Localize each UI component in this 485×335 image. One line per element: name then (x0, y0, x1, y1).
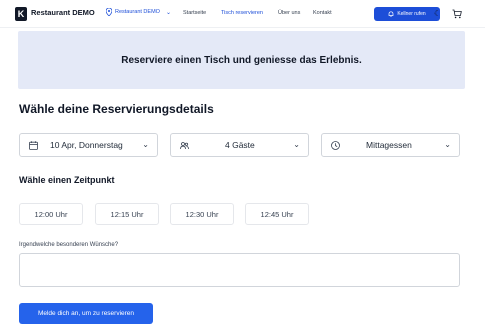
nav-contact[interactable]: Kontakt (313, 10, 332, 16)
location-label: Restaurant DEMO (115, 9, 160, 15)
wishes-textarea[interactable] (19, 253, 460, 287)
nav-home[interactable]: Startseite (183, 10, 206, 16)
call-waiter-button[interactable]: Kellner rufen (374, 7, 440, 21)
bell-icon (388, 11, 394, 17)
chevron-down-icon: ⌄ (444, 140, 451, 149)
date-value: 10 Apr, Donnerstag (50, 140, 123, 150)
cart-icon[interactable] (452, 9, 462, 19)
guests-select[interactable]: 4 Gäste ⌄ (170, 133, 309, 157)
guests-value: 4 Gäste (225, 140, 255, 150)
time-slot[interactable]: 12:30 Uhr (170, 203, 234, 225)
hero-title: Reserviere einen Tisch und geniesse das … (121, 54, 362, 66)
brand-name[interactable]: Restaurant DEMO (31, 8, 95, 17)
time-slot[interactable]: 12:00 Uhr (19, 203, 83, 225)
login-to-reserve-button[interactable]: Melde dich an, um zu reservieren (19, 303, 153, 324)
k-logo-icon[interactable]: K (15, 7, 27, 21)
time-heading: Wähle einen Zeitpunkt (19, 175, 115, 185)
chevron-down-icon: ⌄ (142, 140, 149, 149)
location-selector[interactable]: Restaurant DEMO ⌄ (106, 8, 171, 16)
date-select[interactable]: 10 Apr, Donnerstag ⌄ (19, 133, 158, 157)
chevron-down-icon: ⌄ (165, 9, 171, 16)
meal-value: Mittagessen (366, 140, 412, 150)
nav-reserve[interactable]: Tisch reservieren (221, 10, 263, 16)
chevron-down-icon: ⌄ (293, 140, 300, 149)
time-slot[interactable]: 12:45 Uhr (245, 203, 309, 225)
time-slot[interactable]: 12:15 Uhr (95, 203, 159, 225)
meal-select[interactable]: Mittagessen ⌄ (321, 133, 460, 157)
users-icon (180, 142, 189, 150)
clock-icon (331, 141, 340, 150)
call-waiter-label: Kellner rufen (397, 11, 426, 17)
calendar-icon (29, 141, 38, 150)
details-heading: Wähle deine Reservierungsdetails (19, 102, 214, 116)
hero-banner: Reserviere einen Tisch und geniesse das … (18, 31, 465, 89)
map-pin-icon (106, 8, 112, 16)
top-navbar: K Restaurant DEMO Restaurant DEMO ⌄ Star… (0, 0, 485, 28)
wishes-label: Irgendwelche besonderen Wünsche? (19, 242, 119, 248)
moon-icon[interactable]: ☾ (434, 9, 441, 18)
nav-about[interactable]: Über uns (278, 10, 300, 16)
